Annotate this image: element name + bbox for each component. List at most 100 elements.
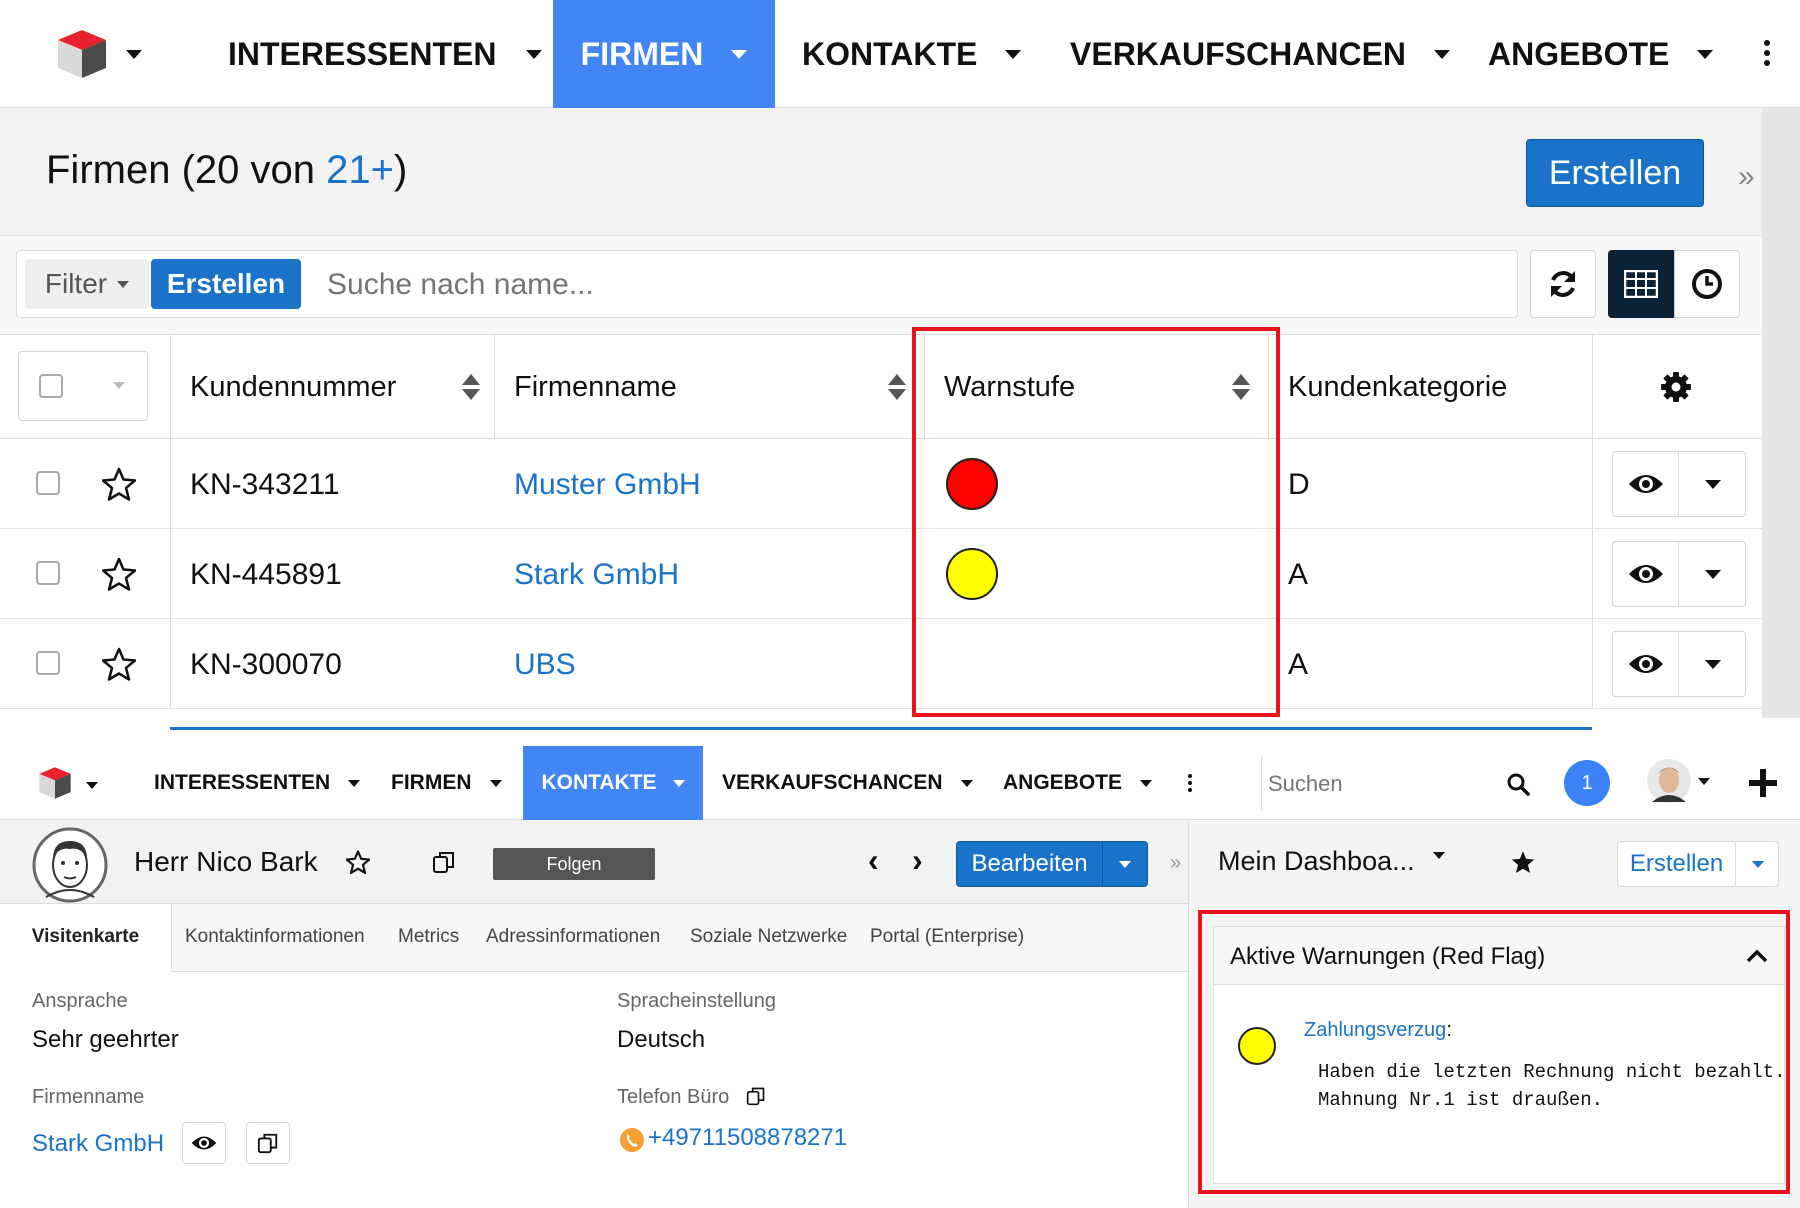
section-separator	[170, 727, 1592, 730]
next-record-icon[interactable]: ›	[912, 842, 923, 879]
app-logo-button[interactable]	[56, 28, 156, 80]
filter-button[interactable]: Filter	[25, 259, 149, 309]
copy-icon[interactable]	[746, 1086, 766, 1106]
chevron-down-icon	[489, 779, 502, 787]
collapse-panel-icon[interactable]: »	[1738, 160, 1755, 194]
row-checkbox[interactable]	[36, 561, 60, 585]
nav-item-verkaufschancen[interactable]: VERKAUFSCHANCEN	[722, 746, 973, 820]
nav-item-kontakte[interactable]: KONTAKTE	[523, 746, 703, 820]
chevron-down-icon	[1698, 778, 1710, 785]
star-outline-icon[interactable]	[102, 647, 136, 681]
column-title: Firmenname	[514, 370, 677, 403]
nav-item-verkaufschancen[interactable]: VERKAUFSCHANCEN	[1070, 0, 1451, 108]
table-row[interactable]: KN-300070 UBS A	[0, 619, 1762, 709]
row-action-group	[1612, 631, 1746, 697]
search-input[interactable]	[327, 261, 1487, 309]
row-checkbox[interactable]	[36, 471, 60, 495]
plus-icon[interactable]	[1748, 768, 1778, 798]
nav-item-firmen[interactable]: FIRMEN	[391, 746, 502, 820]
nav-item-firmen[interactable]: FIRMEN	[553, 0, 775, 108]
user-menu[interactable]	[1646, 758, 1712, 808]
star-outline-icon[interactable]	[102, 467, 136, 501]
tab-visitenkarte[interactable]: Visitenkarte	[0, 904, 172, 972]
timeline-view-button[interactable]	[1674, 250, 1740, 318]
view-button[interactable]	[1613, 542, 1679, 606]
nav-item-kontakte[interactable]: KONTAKTE	[802, 0, 1022, 108]
firmenname-link[interactable]: Stark GmbH	[514, 558, 679, 592]
nav-item-interessenten[interactable]: INTERESSENTEN	[154, 746, 361, 820]
notification-badge[interactable]: 1	[1564, 760, 1610, 806]
field-label-ansprache: Ansprache	[32, 990, 128, 1012]
chevron-down-icon	[1697, 49, 1714, 59]
nav-item-angebote[interactable]: ANGEBOTE	[1488, 0, 1714, 108]
row-menu-caret-icon[interactable]	[1705, 480, 1721, 489]
create-button[interactable]: Erstellen	[1526, 139, 1704, 207]
search-icon[interactable]	[1506, 772, 1530, 796]
dashboard-title-dropdown[interactable]: Mein Dashboa...	[1218, 846, 1445, 877]
gear-icon	[1661, 372, 1691, 402]
more-menu-icon[interactable]	[1188, 774, 1192, 792]
table-header-row: Kundennummer Firmenname Warnstufe Kunden…	[0, 335, 1762, 709]
firmenname-copy-button[interactable]	[246, 1122, 290, 1164]
chevron-down-icon	[348, 779, 361, 787]
nav-item-label: ANGEBOTE	[1003, 771, 1123, 794]
edit-button[interactable]: Bearbeiten	[957, 842, 1103, 886]
nav-item-angebote[interactable]: ANGEBOTE	[1003, 746, 1153, 820]
logo-menu-caret-icon	[86, 782, 98, 789]
chevron-down-icon	[526, 49, 543, 59]
previous-record-icon[interactable]: ‹	[868, 842, 879, 879]
star-outline-icon[interactable]	[346, 850, 370, 874]
column-header-firmenname[interactable]: Firmenname	[514, 335, 906, 439]
create-menu-caret-icon[interactable]	[1752, 861, 1764, 868]
refresh-icon	[1551, 271, 1575, 297]
follow-button[interactable]: Folgen	[493, 848, 655, 880]
table-view-button[interactable]	[1608, 250, 1674, 318]
row-checkbox[interactable]	[36, 651, 60, 675]
column-settings-button[interactable]	[1660, 371, 1692, 408]
copy-icon[interactable]	[432, 850, 456, 874]
tab-adressinformationen[interactable]: Adressinformationen	[486, 926, 660, 948]
field-value-telefon-link[interactable]: +49711508878271	[648, 1124, 847, 1152]
firmenname-view-button[interactable]	[182, 1122, 226, 1164]
star-outline-icon[interactable]	[102, 557, 136, 591]
table-row[interactable]: KN-445891 Stark GmbH A	[0, 529, 1762, 619]
edit-menu-caret-icon[interactable]	[1119, 861, 1131, 868]
view-button[interactable]	[1613, 632, 1679, 696]
view-button[interactable]	[1613, 452, 1679, 516]
kundennummer-cell: KN-300070	[190, 648, 342, 681]
star-filled-icon[interactable]	[1511, 850, 1535, 874]
count-link[interactable]: 21+	[326, 148, 394, 192]
firmenname-link[interactable]: Muster GmbH	[514, 468, 701, 502]
nav-item-interessenten[interactable]: INTERESSENTEN	[228, 0, 543, 108]
column-header-kundenkategorie[interactable]: Kundenkategorie	[1288, 335, 1588, 439]
tab-kontaktinformationen[interactable]: Kontaktinformationen	[185, 926, 365, 948]
warnstufe-highlight-box	[912, 327, 1280, 717]
row-menu-caret-icon[interactable]	[1705, 570, 1721, 579]
tab-metrics[interactable]: Metrics	[398, 926, 459, 948]
nav-item-label: VERKAUFSCHANCEN	[722, 771, 943, 794]
global-search-input[interactable]	[1268, 764, 1498, 804]
chevron-down-icon	[1140, 779, 1153, 787]
eye-icon	[1628, 565, 1663, 583]
firmenname-link[interactable]: UBS	[514, 648, 576, 682]
tab-portal-enterprise[interactable]: Portal (Enterprise)	[870, 926, 1024, 948]
app-logo-button[interactable]	[38, 766, 108, 802]
sort-icon	[888, 374, 906, 400]
table-row[interactable]: KN-343211 Muster GmbH D	[0, 439, 1762, 529]
tab-soziale-netzwerke[interactable]: Soziale Netzwerke	[690, 926, 847, 948]
chevron-down-icon	[672, 779, 685, 787]
field-value-firmenname-link[interactable]: Stark GmbH	[32, 1130, 164, 1158]
panel-collapse-icon[interactable]: »	[1170, 852, 1181, 875]
page-title: Firmen (20 von 21+)	[46, 148, 408, 192]
refresh-button[interactable]	[1530, 250, 1596, 318]
nav-item-label: KONTAKTE	[541, 771, 657, 794]
select-all-checkbox[interactable]	[39, 374, 63, 398]
select-all-control[interactable]	[18, 351, 148, 421]
column-title: Kundennummer	[190, 370, 397, 403]
row-action-group	[1612, 451, 1746, 517]
dashboard-create-button[interactable]: Erstellen	[1618, 842, 1736, 886]
row-menu-caret-icon[interactable]	[1705, 660, 1721, 669]
column-header-kundennummer[interactable]: Kundennummer	[190, 335, 480, 439]
more-menu-icon[interactable]	[1764, 40, 1770, 66]
toolbar-create-button[interactable]: Erstellen	[151, 259, 301, 309]
